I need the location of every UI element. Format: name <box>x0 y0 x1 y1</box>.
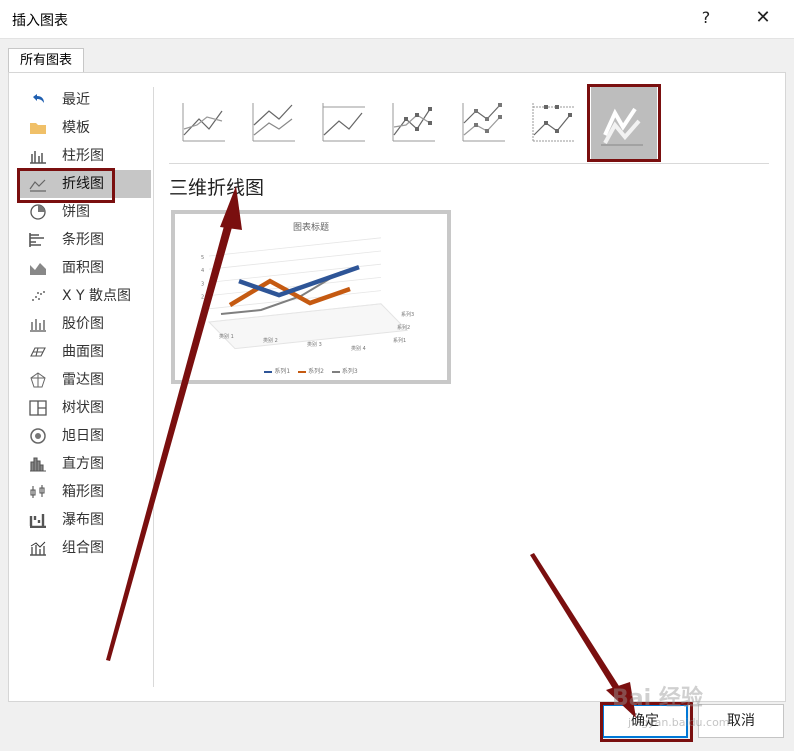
watermark-url: jingyan.baidu.com <box>628 716 730 729</box>
depth-label: 系列3 <box>401 311 414 318</box>
pie-chart-icon <box>30 204 46 220</box>
sidebar-item-label: 箱形图 <box>62 484 104 500</box>
highlight-3d-line-subtype <box>587 84 661 162</box>
tab-all-charts[interactable]: 所有图表 <box>8 48 84 73</box>
dialog-title: 插入图表 <box>12 13 68 29</box>
sidebar-item-label: 模板 <box>62 120 90 136</box>
category-label: 类别 1 <box>219 333 234 340</box>
sidebar-item-surface[interactable]: 曲面图 <box>19 338 151 366</box>
sidebar-item-stock[interactable]: 股价图 <box>19 310 151 338</box>
sidebar-item-recent[interactable]: 最近 <box>19 86 151 114</box>
sidebar-item-sunburst[interactable]: 旭日图 <box>19 422 151 450</box>
sidebar-item-label: 旭日图 <box>62 428 104 444</box>
stacked-line-icon <box>252 103 295 142</box>
chart-panel: 最近 模板 柱形图 折线图 饼图 条形图 面积图 X Y 散点图 股价图 曲面图… <box>8 72 786 702</box>
sidebar-item-radar[interactable]: 雷达图 <box>19 366 151 394</box>
y-tick-label: 1 <box>201 308 204 314</box>
sidebar-item-label: 直方图 <box>62 456 104 472</box>
sidebar-item-treemap[interactable]: 树状图 <box>19 394 151 422</box>
y-tick-label: 4 <box>201 268 204 274</box>
column-chart-icon <box>30 151 46 164</box>
line-markers-icon <box>392 103 435 142</box>
sidebar-item-label: 柱形图 <box>62 148 104 164</box>
sidebar-item-bar[interactable]: 条形图 <box>19 226 151 254</box>
surface-chart-icon <box>30 347 46 357</box>
chart-preview[interactable]: 图表标题 0 1 2 3 4 5 类别 1 类别 2 类别 3 类别 4 系列3 系列2 系列1 系列1… <box>171 210 451 384</box>
treemap-chart-icon <box>29 400 47 416</box>
sidebar-item-label: 曲面图 <box>62 344 104 360</box>
sidebar-item-label: 组合图 <box>62 540 104 556</box>
watermark: Bai 经验 <box>612 686 703 711</box>
sidebar-item-waterfall[interactable]: 瀑布图 <box>19 506 151 534</box>
percent-stacked-line-icon <box>322 103 365 142</box>
category-label: 类别 4 <box>351 345 366 352</box>
undo-arrow-icon <box>33 94 44 103</box>
sidebar-item-label: 最近 <box>62 92 90 108</box>
subtype-stacked-line[interactable] <box>245 89 305 149</box>
sunburst-chart-icon <box>30 428 46 444</box>
y-tick-label: 0 <box>201 321 204 327</box>
category-label: 类别 3 <box>307 341 322 348</box>
sidebar-item-scatter[interactable]: X Y 散点图 <box>19 282 151 310</box>
close-button[interactable]: ✕ <box>748 5 778 31</box>
subtype-percent-stacked-line[interactable] <box>315 89 375 149</box>
highlight-line-chart-category <box>17 168 115 203</box>
chart-subtype-heading: 三维折线图 <box>169 177 265 199</box>
sidebar-item-label: X Y 散点图 <box>62 288 132 304</box>
subtype-line[interactable] <box>175 89 235 149</box>
sidebar-item-label: 条形图 <box>62 232 104 248</box>
y-tick-label: 5 <box>201 255 204 261</box>
gallery-divider <box>169 163 769 164</box>
legend-item-series2: 系列2 <box>298 368 324 375</box>
y-tick-label: 3 <box>201 281 204 287</box>
subtype-line-markers[interactable] <box>385 89 445 149</box>
sidebar-item-column[interactable]: 柱形图 <box>19 142 151 170</box>
sidebar-item-area[interactable]: 面积图 <box>19 254 151 282</box>
category-label: 类别 2 <box>263 337 278 344</box>
box-whisker-chart-icon <box>30 485 45 498</box>
stock-chart-icon <box>30 319 46 332</box>
subtype-percent-stacked-line-markers[interactable] <box>525 89 585 149</box>
sidebar-item-label: 树状图 <box>62 400 104 416</box>
depth-label: 系列1 <box>393 337 406 344</box>
chart-type-list: 最近 模板 柱形图 折线图 饼图 条形图 面积图 X Y 散点图 股价图 曲面图… <box>19 86 151 562</box>
waterfall-chart-icon <box>29 514 46 528</box>
sidebar-item-label: 饼图 <box>62 204 90 220</box>
combo-chart-icon <box>30 541 46 556</box>
histogram-chart-icon <box>30 457 46 472</box>
preview-legend: 系列1 系列2 系列3 <box>175 366 447 375</box>
percent-stacked-line-markers-icon <box>532 103 575 142</box>
preview-3d-line-chart: 0 1 2 3 4 5 类别 1 类别 2 类别 3 类别 4 系列3 系列2 系列1 <box>201 237 414 352</box>
stacked-line-markers-icon <box>462 103 505 142</box>
help-button[interactable]: ? <box>694 5 718 31</box>
sidebar-item-label: 面积图 <box>62 260 104 276</box>
line-icon <box>182 103 225 142</box>
sidebar-item-label: 股价图 <box>62 316 104 332</box>
scatter-chart-icon <box>32 291 45 301</box>
sidebar-item-templates[interactable]: 模板 <box>19 114 151 142</box>
sidebar-item-combo[interactable]: 组合图 <box>19 534 151 562</box>
title-bar: 插入图表 ? ✕ <box>0 0 794 39</box>
legend-item-series1: 系列1 <box>264 368 290 375</box>
sidebar-item-histogram[interactable]: 直方图 <box>19 450 151 478</box>
legend-item-series3: 系列3 <box>331 368 358 375</box>
area-chart-icon <box>30 263 46 275</box>
sidebar-item-label: 瀑布图 <box>62 512 104 528</box>
sidebar-item-label: 雷达图 <box>62 372 104 388</box>
folder-icon <box>30 123 46 134</box>
gridline <box>208 237 382 257</box>
radar-chart-icon <box>30 372 46 388</box>
depth-label: 系列2 <box>397 324 410 331</box>
subtype-stacked-line-markers[interactable] <box>455 89 515 149</box>
y-tick-label: 2 <box>201 295 204 301</box>
bar-chart-icon <box>29 233 44 247</box>
sidebar-item-box-whisker[interactable]: 箱形图 <box>19 478 151 506</box>
sidebar-divider <box>153 87 154 687</box>
